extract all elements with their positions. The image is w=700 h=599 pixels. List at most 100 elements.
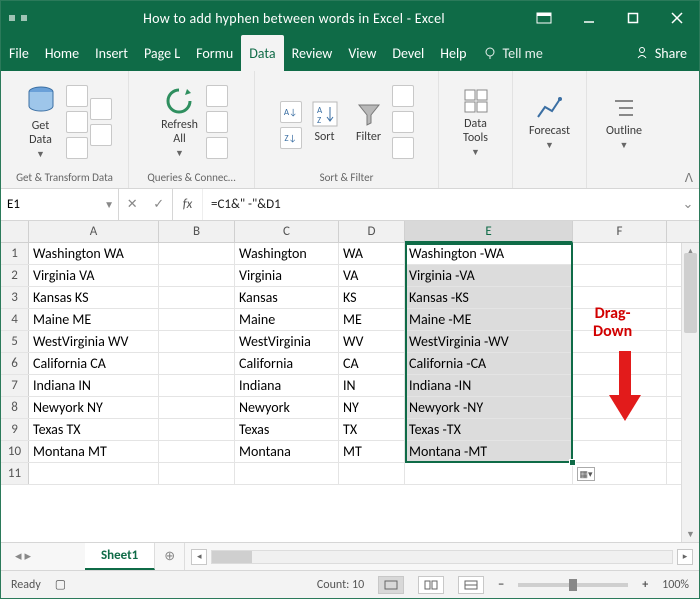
cell-E10[interactable]: Montana -MT [405, 441, 573, 462]
cell-E4[interactable]: Maine -ME [405, 309, 573, 330]
cell-D6[interactable]: CA [339, 353, 405, 374]
name-box[interactable]: E1 ▼ [1, 189, 119, 220]
cell-C8[interactable]: Newyork [235, 397, 339, 418]
sheet-nav-buttons[interactable]: ◂ ▸ [1, 543, 45, 570]
tab-home[interactable]: Home [37, 35, 87, 71]
cell-C4[interactable]: Maine [235, 309, 339, 330]
sort-button[interactable]: AZ Sort [304, 78, 346, 166]
cell-B2[interactable] [159, 265, 235, 286]
maximize-button[interactable] [611, 1, 655, 35]
minimize-button[interactable] [567, 1, 611, 35]
hscroll-thumb[interactable] [212, 551, 252, 563]
scroll-right-icon[interactable]: ▸ [677, 549, 693, 565]
clear-filter-button[interactable] [392, 85, 414, 107]
cell-C3[interactable]: Kansas [235, 287, 339, 308]
cell-B10[interactable] [159, 441, 235, 462]
cell-E1[interactable]: Washington -WA [405, 243, 573, 264]
cell-C7[interactable]: Indiana [235, 375, 339, 396]
outline-button[interactable]: Outline ▼ [600, 78, 648, 166]
cell-F2[interactable] [573, 265, 667, 286]
ribbon-display-options[interactable] [527, 12, 561, 24]
from-text-csv-button[interactable] [66, 85, 88, 107]
filter-button[interactable]: Filter [348, 78, 390, 166]
cell-E7[interactable]: Indiana -IN [405, 375, 573, 396]
cancel-formula-button[interactable]: ✕ [127, 197, 138, 212]
enter-formula-button[interactable]: ✓ [153, 197, 164, 212]
cell-C6[interactable]: California [235, 353, 339, 374]
cell-D5[interactable]: WV [339, 331, 405, 352]
cell-A3[interactable]: Kansas KS [29, 287, 159, 308]
page-layout-view-button[interactable] [418, 576, 444, 594]
zoom-slider[interactable] [518, 583, 628, 587]
tab-insert[interactable]: Insert [87, 35, 136, 71]
advanced-button[interactable] [392, 137, 414, 159]
get-data-button[interactable]: Get Data ▼ [18, 78, 64, 166]
cell-A8[interactable]: Newyork NY [29, 397, 159, 418]
from-table-button[interactable] [66, 137, 88, 159]
normal-view-button[interactable] [378, 576, 404, 594]
close-button[interactable] [655, 1, 699, 35]
cell-E5[interactable]: WestVirginia -WV [405, 331, 573, 352]
zoom-in-button[interactable]: + [642, 578, 648, 592]
expand-formula-bar-button[interactable]: ⌄ [677, 189, 699, 220]
cell-D2[interactable]: VA [339, 265, 405, 286]
col-header-B[interactable]: B [159, 221, 235, 242]
cell-A7[interactable]: Indiana IN [29, 375, 159, 396]
reapply-button[interactable] [392, 111, 414, 133]
cell-A9[interactable]: Texas TX [29, 419, 159, 440]
tab-view[interactable]: View [340, 35, 384, 71]
row-header[interactable]: 6 [1, 353, 29, 374]
col-header-D[interactable]: D [339, 221, 405, 242]
properties-button[interactable] [206, 111, 228, 133]
cell-B7[interactable] [159, 375, 235, 396]
vertical-scrollbar[interactable]: ▲ ▼ [681, 243, 699, 542]
cell-B1[interactable] [159, 243, 235, 264]
recent-sources-button[interactable] [90, 98, 112, 120]
cell-E3[interactable]: Kansas -KS [405, 287, 573, 308]
sort-desc-button[interactable]: Z↓ [280, 127, 302, 149]
fill-handle[interactable] [569, 459, 576, 466]
cell-B11[interactable] [159, 463, 235, 484]
cell-C9[interactable]: Texas [235, 419, 339, 440]
cell-D1[interactable]: WA [339, 243, 405, 264]
chevron-down-icon[interactable]: ▼ [104, 198, 114, 211]
cell-B8[interactable] [159, 397, 235, 418]
cell-F1[interactable] [573, 243, 667, 264]
cell-B5[interactable] [159, 331, 235, 352]
row-header[interactable]: 10 [1, 441, 29, 462]
sheet-tab-sheet1[interactable]: Sheet1 [85, 543, 155, 570]
tab-developer[interactable]: Devel [384, 35, 432, 71]
cell-D4[interactable]: ME [339, 309, 405, 330]
row-header[interactable]: 9 [1, 419, 29, 440]
col-header-F[interactable]: F [573, 221, 667, 242]
horizontal-scrollbar[interactable]: ◂ ▸ [185, 543, 699, 570]
cell-F10[interactable] [573, 441, 667, 462]
row-header[interactable]: 7 [1, 375, 29, 396]
existing-connections-button[interactable] [90, 124, 112, 146]
row-header[interactable]: 11 [1, 463, 29, 484]
collapse-ribbon-button[interactable]: ᐱ [685, 171, 693, 186]
forecast-button[interactable]: Forecast ▼ [523, 78, 576, 166]
row-header[interactable]: 3 [1, 287, 29, 308]
cell-E11[interactable] [405, 463, 573, 484]
cell-A10[interactable]: Montana MT [29, 441, 159, 462]
page-break-view-button[interactable] [458, 576, 484, 594]
cell-A5[interactable]: WestVirginia WV [29, 331, 159, 352]
cell-E2[interactable]: Virginia -VA [405, 265, 573, 286]
cell-E6[interactable]: California -CA [405, 353, 573, 374]
cell-E9[interactable]: Texas -TX [405, 419, 573, 440]
row-header[interactable]: 8 [1, 397, 29, 418]
edit-links-button[interactable] [206, 137, 228, 159]
new-sheet-button[interactable]: ⊕ [155, 543, 185, 570]
cell-A1[interactable]: Washington WA [29, 243, 159, 264]
scroll-down-icon[interactable]: ▼ [682, 526, 699, 542]
tell-me[interactable]: Tell me [475, 35, 551, 71]
cell-A11[interactable] [29, 463, 159, 484]
cell-C1[interactable]: Washington [235, 243, 339, 264]
row-header[interactable]: 4 [1, 309, 29, 330]
cell-D11[interactable] [339, 463, 405, 484]
row-header[interactable]: 2 [1, 265, 29, 286]
col-header-A[interactable]: A [29, 221, 159, 242]
zoom-knob[interactable] [569, 579, 577, 591]
select-all-corner[interactable] [1, 221, 29, 242]
